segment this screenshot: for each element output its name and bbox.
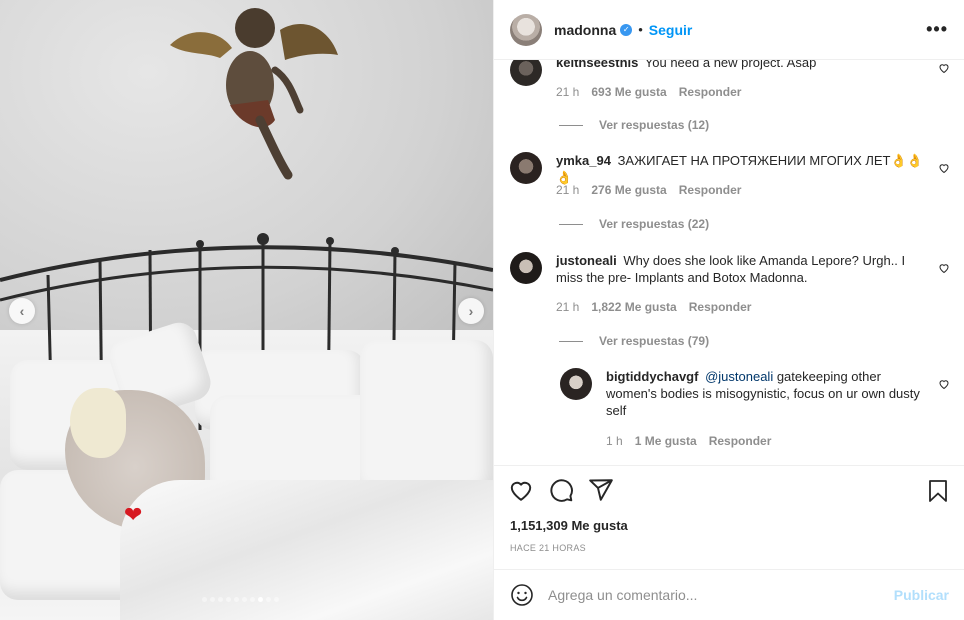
post-actions: 1,151,309 Me gusta HACE 21 HORAS xyxy=(494,465,964,569)
view-replies-label: Ver respuestas (79) xyxy=(599,334,710,348)
comment-mention[interactable]: @justoneali xyxy=(705,369,773,384)
carousel-dot xyxy=(266,597,271,602)
like-count[interactable]: 1,151,309 Me gusta xyxy=(510,518,628,533)
heart-emoji-overlay: ❤ xyxy=(124,502,143,527)
carousel-dot xyxy=(210,597,215,602)
comment-meta: 21 h 693 Me gusta Responder xyxy=(556,85,741,99)
heart-icon[interactable] xyxy=(938,378,950,390)
heart-icon[interactable] xyxy=(938,162,950,174)
bookmark-icon xyxy=(929,480,947,502)
view-replies-button[interactable]: Ver respuestas (22) xyxy=(559,217,709,231)
view-replies-label: Ver respuestas (22) xyxy=(599,217,710,231)
carousel-dot xyxy=(234,597,239,602)
comment-meta: 1 h 1 Me gusta Responder xyxy=(606,434,771,448)
carousel-dot xyxy=(202,597,207,602)
comment-body: justoneali Why does she look like Amanda… xyxy=(556,252,926,286)
pillow xyxy=(360,340,493,500)
verified-badge-icon: ✓ xyxy=(620,23,633,36)
carousel-dot xyxy=(258,597,263,602)
add-comment-bar: Publicar xyxy=(494,569,964,620)
header-username[interactable]: madonna xyxy=(554,22,616,38)
view-replies-button[interactable]: Ver respuestas (79) xyxy=(559,334,709,348)
carousel-dot xyxy=(250,597,255,602)
comments-list[interactable]: keithseesthis You need a new project. As… xyxy=(494,60,964,465)
post-photo[interactable]: ❤ ‹ › xyxy=(0,0,493,620)
comment-input[interactable] xyxy=(548,587,894,603)
cherub-sculpture xyxy=(170,8,338,180)
comment-text: ЗАЖИГАЕТ НА ПРОТЯЖЕНИИ МГОГИХ ЛЕТ👌👌👌 xyxy=(556,153,923,185)
comment-body: bigtiddychavgf @justoneali gatekeeping o… xyxy=(606,368,926,419)
comment-body: ymka_94 ЗАЖИГАЕТ НА ПРОТЯЖЕНИИ МГОГИХ ЛЕ… xyxy=(556,152,926,186)
save-button[interactable] xyxy=(926,478,950,504)
carousel-dot xyxy=(274,597,279,602)
publish-button[interactable]: Publicar xyxy=(894,587,949,603)
comment-icon[interactable] xyxy=(548,477,574,503)
heart-icon[interactable] xyxy=(938,62,950,74)
share-icon[interactable] xyxy=(588,477,614,503)
follow-button[interactable]: Seguir xyxy=(649,22,693,38)
duvet xyxy=(120,480,493,620)
replies-divider xyxy=(559,340,583,342)
comment-username[interactable]: ymka_94 xyxy=(556,153,611,168)
comment-likes[interactable]: 693 Me gusta xyxy=(591,85,666,99)
comment-time[interactable]: 21 h xyxy=(556,300,579,314)
comment-likes[interactable]: 1,822 Me gusta xyxy=(591,300,676,314)
avatar[interactable] xyxy=(560,368,592,400)
comment-body: keithseesthis You need a new project. As… xyxy=(556,60,926,71)
carousel-indicator xyxy=(202,597,279,602)
carousel-prev-button[interactable]: ‹ xyxy=(9,298,35,324)
avatar[interactable] xyxy=(510,60,542,86)
comment-likes[interactable]: 276 Me gusta xyxy=(591,183,666,197)
carousel-dot xyxy=(218,597,223,602)
emoji-icon[interactable] xyxy=(510,583,534,607)
reply-button[interactable]: Responder xyxy=(709,434,772,448)
reply-button[interactable]: Responder xyxy=(679,183,742,197)
hair xyxy=(70,388,126,458)
carousel-next-button[interactable]: › xyxy=(458,298,484,324)
comment-meta: 21 h 276 Me gusta Responder xyxy=(556,183,741,197)
view-replies-button[interactable]: Ver respuestas (12) xyxy=(559,118,709,132)
comment-time[interactable]: 1 h xyxy=(606,434,623,448)
comment-username[interactable]: bigtiddychavgf xyxy=(606,369,698,384)
view-replies-label: Ver respuestas (12) xyxy=(599,118,710,132)
chevron-right-icon: › xyxy=(468,303,474,319)
comment-meta: 21 h 1,822 Me gusta Responder xyxy=(556,300,751,314)
post-side-panel: madonna ✓ • Seguir ••• keithseesthis You… xyxy=(493,0,964,620)
heart-icon[interactable] xyxy=(938,262,950,274)
post-header: madonna ✓ • Seguir ••• xyxy=(494,0,964,60)
replies-divider xyxy=(559,124,583,126)
comment: justoneali Why does she look like Amanda… xyxy=(510,252,950,322)
comment-username[interactable]: keithseesthis xyxy=(556,60,638,70)
reply-button[interactable]: Responder xyxy=(689,300,752,314)
avatar[interactable] xyxy=(510,13,542,46)
carousel-dot xyxy=(226,597,231,602)
avatar[interactable] xyxy=(510,152,542,184)
post-timestamp[interactable]: HACE 21 HORAS xyxy=(510,543,586,553)
comment-likes[interactable]: 1 Me gusta xyxy=(635,434,697,448)
replies-divider xyxy=(559,223,583,225)
header-separator: • xyxy=(638,22,643,37)
chevron-left-icon: ‹ xyxy=(19,303,25,319)
more-options-button[interactable]: ••• xyxy=(926,19,948,40)
reply-comment: bigtiddychavgf @justoneali gatekeeping o… xyxy=(560,368,950,458)
heart-icon[interactable] xyxy=(508,477,534,503)
action-icons xyxy=(508,477,614,503)
comment-time[interactable]: 21 h xyxy=(556,85,579,99)
reply-button[interactable]: Responder xyxy=(679,85,742,99)
comment-text: You need a new project. Asap xyxy=(644,60,817,70)
comment: ymka_94 ЗАЖИГАЕТ НА ПРОТЯЖЕНИИ МГОГИХ ЛЕ… xyxy=(510,152,950,212)
avatar[interactable] xyxy=(510,252,542,284)
comment-username[interactable]: justoneali xyxy=(556,253,617,268)
carousel-dot xyxy=(242,597,247,602)
comment-time[interactable]: 21 h xyxy=(556,183,579,197)
